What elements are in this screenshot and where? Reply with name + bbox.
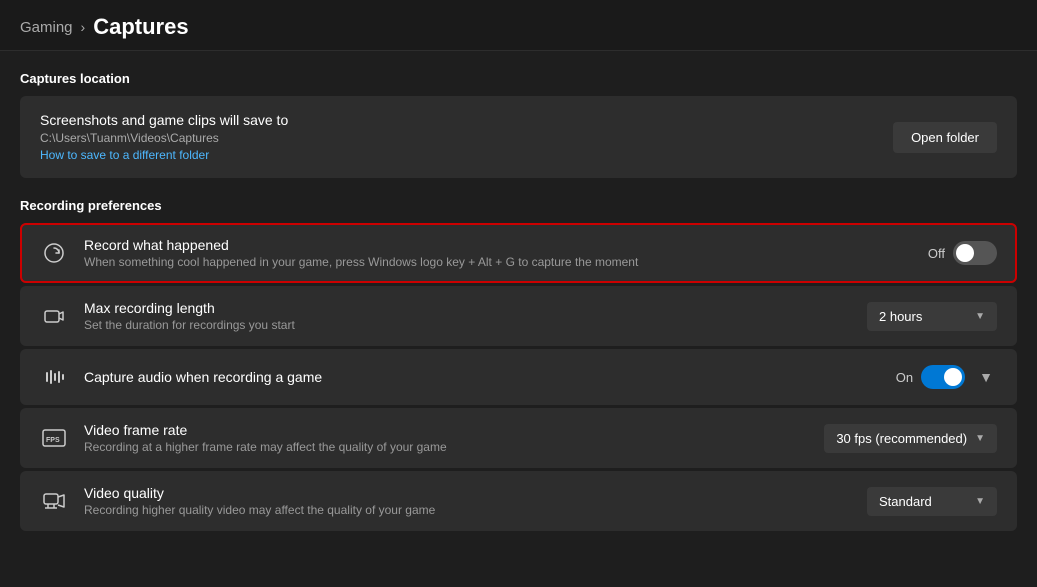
chevron-down-icon: ▼	[975, 496, 985, 507]
setting-left: FPS Video frame rate Recording at a high…	[40, 422, 447, 454]
capture-audio-control: On ▼	[896, 365, 997, 389]
max-recording-desc: Set the duration for recordings you star…	[84, 318, 295, 332]
captures-location-title: Captures location	[20, 71, 1017, 86]
video-frame-rate-desc: Recording at a higher frame rate may aff…	[84, 440, 447, 454]
captures-location-info: Screenshots and game clips will save to …	[40, 112, 288, 162]
video-frame-rate-icon: FPS	[40, 424, 68, 452]
max-recording-dropdown[interactable]: 2 hours ▼	[867, 302, 997, 331]
video-quality-value: Standard	[879, 494, 932, 509]
setting-left: Record what happened When something cool…	[40, 237, 638, 269]
setting-row-record-what-happened: Record what happened When something cool…	[20, 223, 1017, 283]
record-what-happened-desc: When something cool happened in your gam…	[84, 255, 638, 269]
video-quality-desc: Recording higher quality video may affec…	[84, 503, 435, 517]
max-recording-control: 2 hours ▼	[867, 302, 997, 331]
max-recording-value: 2 hours	[879, 309, 922, 324]
breadcrumb-captures: Captures	[93, 14, 188, 40]
chevron-down-icon: ▼	[975, 433, 985, 444]
open-folder-button[interactable]: Open folder	[893, 122, 997, 153]
svg-text:FPS: FPS	[46, 437, 60, 444]
captures-location-description: Screenshots and game clips will save to	[40, 112, 288, 128]
chevron-down-icon: ▼	[979, 369, 993, 385]
setting-text: Max recording length Set the duration fo…	[84, 300, 295, 332]
video-frame-rate-dropdown[interactable]: 30 fps (recommended) ▼	[824, 424, 997, 453]
setting-text: Video frame rate Recording at a higher f…	[84, 422, 447, 454]
setting-text: Record what happened When something cool…	[84, 237, 638, 269]
capture-audio-icon	[40, 363, 68, 391]
capture-audio-toggle-knob	[944, 368, 962, 386]
breadcrumb-gaming[interactable]: Gaming	[20, 19, 73, 36]
setting-row-max-recording-length: Max recording length Set the duration fo…	[20, 286, 1017, 346]
setting-row-video-frame-rate: FPS Video frame rate Recording at a high…	[20, 408, 1017, 468]
video-quality-icon	[40, 487, 68, 515]
header: Gaming › Captures	[0, 0, 1037, 51]
capture-audio-toggle-slider	[921, 365, 965, 389]
captures-location-path: C:\Users\Tuanm\Videos\Captures	[40, 131, 288, 145]
setting-left: Capture audio when recording a game	[40, 363, 322, 391]
video-quality-name: Video quality	[84, 485, 435, 501]
record-toggle-label: Off	[928, 246, 945, 261]
capture-audio-name: Capture audio when recording a game	[84, 369, 322, 385]
capture-audio-expand-button[interactable]: ▼	[975, 365, 997, 389]
video-quality-control: Standard ▼	[867, 487, 997, 516]
breadcrumb-separator: ›	[81, 19, 86, 35]
setting-text: Video quality Recording higher quality v…	[84, 485, 435, 517]
record-what-happened-control: Off	[928, 241, 997, 265]
record-toggle-container: Off	[928, 241, 997, 265]
record-what-happened-name: Record what happened	[84, 237, 638, 253]
record-toggle-slider	[953, 241, 997, 265]
max-recording-icon	[40, 302, 68, 330]
recording-preferences-title: Recording preferences	[20, 198, 1017, 213]
setting-row-capture-audio: Capture audio when recording a game On ▼	[20, 349, 1017, 405]
video-frame-rate-value: 30 fps (recommended)	[836, 431, 967, 446]
max-recording-name: Max recording length	[84, 300, 295, 316]
capture-audio-toggle-label: On	[896, 370, 913, 385]
setting-row-video-quality: Video quality Recording higher quality v…	[20, 471, 1017, 531]
main-content: Captures location Screenshots and game c…	[0, 51, 1037, 554]
chevron-down-icon: ▼	[975, 311, 985, 322]
setting-left: Video quality Recording higher quality v…	[40, 485, 435, 517]
record-what-happened-icon	[40, 239, 68, 267]
breadcrumb: Gaming › Captures	[20, 14, 1017, 40]
video-frame-rate-name: Video frame rate	[84, 422, 447, 438]
video-quality-dropdown[interactable]: Standard ▼	[867, 487, 997, 516]
record-toggle[interactable]	[953, 241, 997, 265]
captures-location-card: Screenshots and game clips will save to …	[20, 96, 1017, 178]
captures-location-link[interactable]: How to save to a different folder	[40, 148, 288, 162]
setting-left: Max recording length Set the duration fo…	[40, 300, 295, 332]
capture-audio-toggle[interactable]	[921, 365, 965, 389]
video-frame-rate-control: 30 fps (recommended) ▼	[824, 424, 997, 453]
capture-audio-toggle-container: On	[896, 365, 965, 389]
record-toggle-knob	[956, 244, 974, 262]
setting-text: Capture audio when recording a game	[84, 369, 322, 385]
